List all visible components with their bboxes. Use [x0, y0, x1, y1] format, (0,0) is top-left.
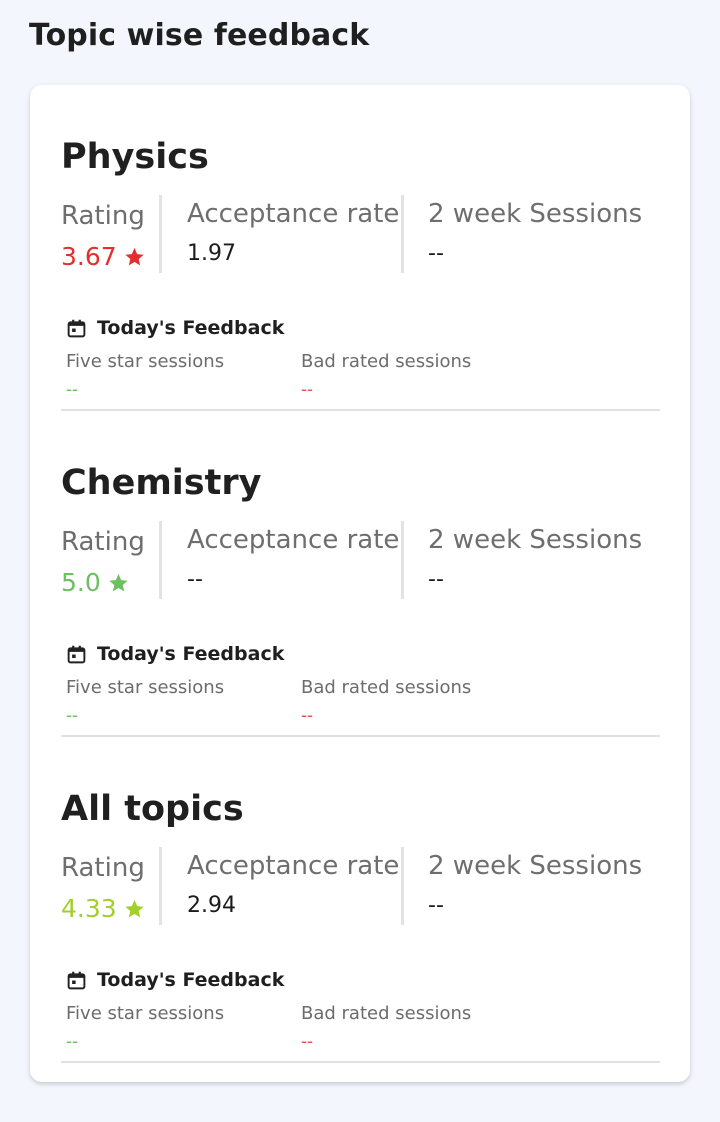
acceptance-rate-stat: Acceptance rate 2.94: [159, 847, 403, 925]
two-week-sessions-stat: 2 week Sessions --: [401, 847, 660, 925]
rating-number: 3.67: [61, 242, 117, 271]
rating-value: 5.0: [61, 570, 161, 595]
two-week-sessions-value: --: [428, 241, 444, 266]
two-week-sessions-value: --: [428, 567, 444, 592]
bad-rated-sessions-label: Bad rated sessions: [301, 351, 472, 372]
two-week-sessions-label: 2 week Sessions: [428, 851, 643, 881]
topic-feedback-card: Physics Rating 3.67 Acceptance rate 1.97…: [30, 85, 690, 1082]
five-star-sessions-value: --: [66, 705, 78, 725]
acceptance-rate-label: Acceptance rate: [187, 199, 400, 229]
rating-label: Rating: [61, 201, 145, 231]
five-star-sessions-label: Five star sessions: [66, 1003, 225, 1024]
acceptance-rate-value: 1.97: [187, 241, 236, 266]
two-week-sessions-label: 2 week Sessions: [428, 525, 643, 555]
star-icon: [125, 247, 144, 265]
star-icon: [109, 573, 128, 591]
rating-stat: Rating 4.33: [61, 847, 161, 925]
two-week-sessions-value: --: [428, 893, 444, 918]
topic-name: All topics: [61, 789, 244, 829]
rating-stat: Rating 3.67: [61, 195, 161, 273]
two-week-sessions-stat: 2 week Sessions --: [401, 195, 660, 273]
topic-name: Physics: [61, 137, 209, 177]
acceptance-rate-stat: Acceptance rate --: [159, 521, 403, 599]
acceptance-rate-label: Acceptance rate: [187, 851, 400, 881]
two-week-sessions-stat: 2 week Sessions --: [401, 521, 660, 599]
calendar-icon: [67, 971, 86, 989]
todays-feedback-title: Today's Feedback: [97, 643, 285, 665]
rating-label: Rating: [61, 527, 145, 557]
todays-feedback-header: Today's Feedback: [66, 643, 284, 665]
todays-feedback-header: Today's Feedback: [66, 969, 284, 991]
acceptance-rate-label: Acceptance rate: [187, 525, 400, 555]
acceptance-rate-value: --: [187, 567, 203, 592]
acceptance-rate-value: 2.94: [187, 893, 236, 918]
rating-label: Rating: [61, 853, 145, 883]
rating-value: 3.67: [61, 244, 161, 269]
topic-section: All topics Rating 4.33 Acceptance rate 2…: [61, 737, 660, 1063]
rating-number: 4.33: [61, 894, 117, 923]
two-week-sessions-label: 2 week Sessions: [428, 199, 643, 229]
rating-number: 5.0: [61, 568, 101, 597]
topic-name: Chemistry: [61, 463, 262, 503]
bad-rated-sessions-label: Bad rated sessions: [301, 1003, 472, 1024]
five-star-sessions-value: --: [66, 379, 78, 399]
todays-feedback-header: Today's Feedback: [66, 317, 284, 339]
bad-rated-sessions-stat: Bad rated sessions --: [301, 1003, 471, 1050]
page-title: Topic wise feedback: [29, 18, 370, 53]
bad-rated-sessions-value: --: [301, 379, 313, 399]
todays-feedback-title: Today's Feedback: [97, 317, 285, 339]
topic-section: Physics Rating 3.67 Acceptance rate 1.97…: [61, 85, 660, 411]
acceptance-rate-stat: Acceptance rate 1.97: [159, 195, 403, 273]
calendar-icon: [67, 319, 86, 337]
calendar-icon: [67, 645, 86, 663]
bad-rated-sessions-stat: Bad rated sessions --: [301, 351, 471, 398]
topic-section: Chemistry Rating 5.0 Acceptance rate -- …: [61, 411, 660, 737]
rating-stat: Rating 5.0: [61, 521, 161, 599]
todays-feedback-title: Today's Feedback: [97, 969, 285, 991]
five-star-sessions-value: --: [66, 1031, 78, 1051]
bad-rated-sessions-value: --: [301, 705, 313, 725]
star-icon: [125, 899, 144, 917]
five-star-sessions-stat: Five star sessions --: [66, 1003, 224, 1050]
five-star-sessions-label: Five star sessions: [66, 677, 225, 698]
bad-rated-sessions-label: Bad rated sessions: [301, 677, 472, 698]
rating-value: 4.33: [61, 896, 161, 921]
five-star-sessions-stat: Five star sessions --: [66, 351, 224, 398]
five-star-sessions-stat: Five star sessions --: [66, 677, 224, 724]
bad-rated-sessions-value: --: [301, 1031, 313, 1051]
bad-rated-sessions-stat: Bad rated sessions --: [301, 677, 471, 724]
five-star-sessions-label: Five star sessions: [66, 351, 225, 372]
